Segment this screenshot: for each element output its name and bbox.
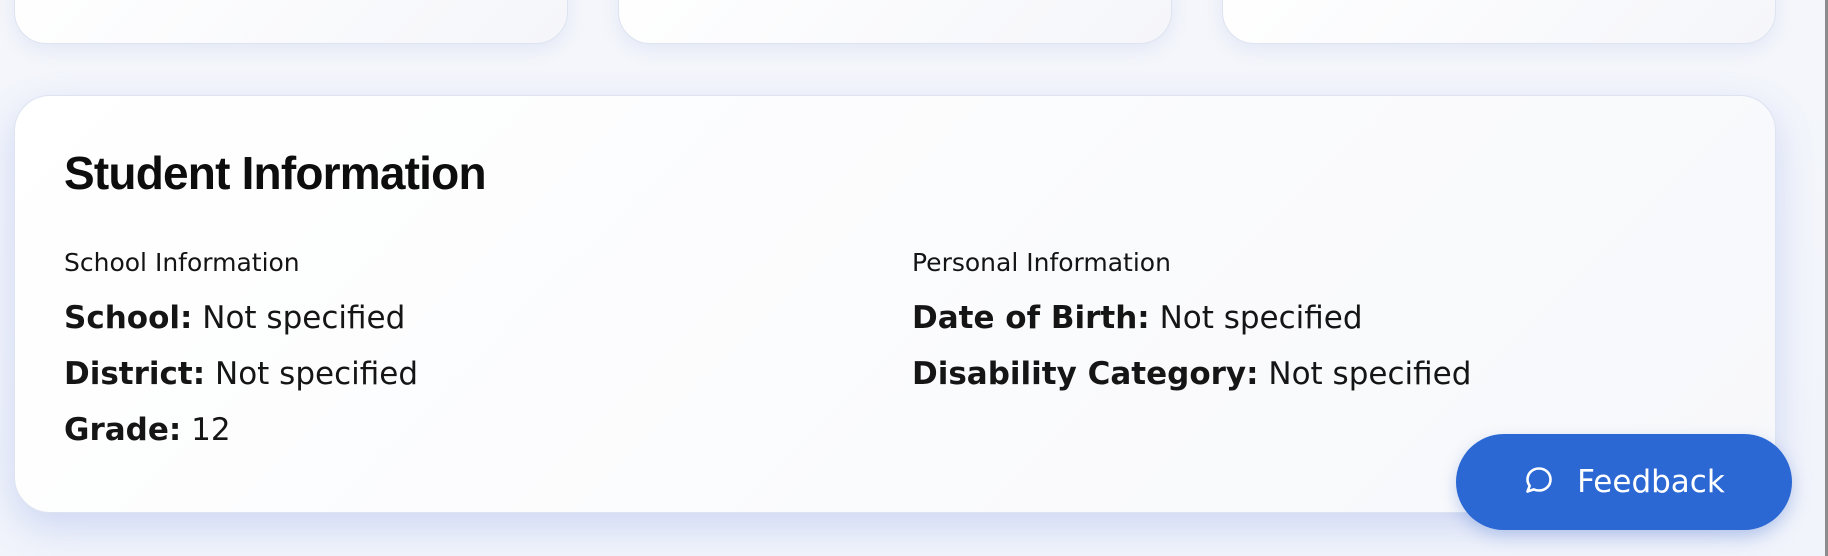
grade-value: 12 <box>191 412 231 448</box>
school-label: School: <box>64 300 193 336</box>
school-field: School: Not specified <box>64 300 418 336</box>
school-information-section: School Information School: Not specified… <box>64 248 418 468</box>
date-of-birth-field: Date of Birth: Not specified <box>912 300 1471 336</box>
district-label: District: <box>64 356 206 392</box>
grade-label: Grade: <box>64 412 182 448</box>
feedback-button[interactable]: Feedback <box>1456 434 1792 530</box>
summary-card-1 <box>14 0 568 44</box>
summary-card-3 <box>1222 0 1776 44</box>
date-of-birth-label: Date of Birth: <box>912 300 1150 336</box>
personal-information-section: Personal Information Date of Birth: Not … <box>912 248 1471 412</box>
chat-bubble-icon <box>1523 464 1555 500</box>
disability-category-value: Not specified <box>1268 356 1472 392</box>
disability-category-field: Disability Category: Not specified <box>912 356 1471 392</box>
card-title: Student Information <box>64 147 487 199</box>
disability-category-label: Disability Category: <box>912 356 1259 392</box>
feedback-label: Feedback <box>1577 464 1725 500</box>
summary-card-2 <box>618 0 1172 44</box>
school-value: Not specified <box>202 300 406 336</box>
date-of-birth-value: Not specified <box>1159 300 1363 336</box>
school-information-heading: School Information <box>64 248 300 277</box>
personal-information-heading: Personal Information <box>912 248 1171 277</box>
district-field: District: Not specified <box>64 356 418 392</box>
grade-field: Grade: 12 <box>64 412 418 448</box>
district-value: Not specified <box>215 356 418 392</box>
